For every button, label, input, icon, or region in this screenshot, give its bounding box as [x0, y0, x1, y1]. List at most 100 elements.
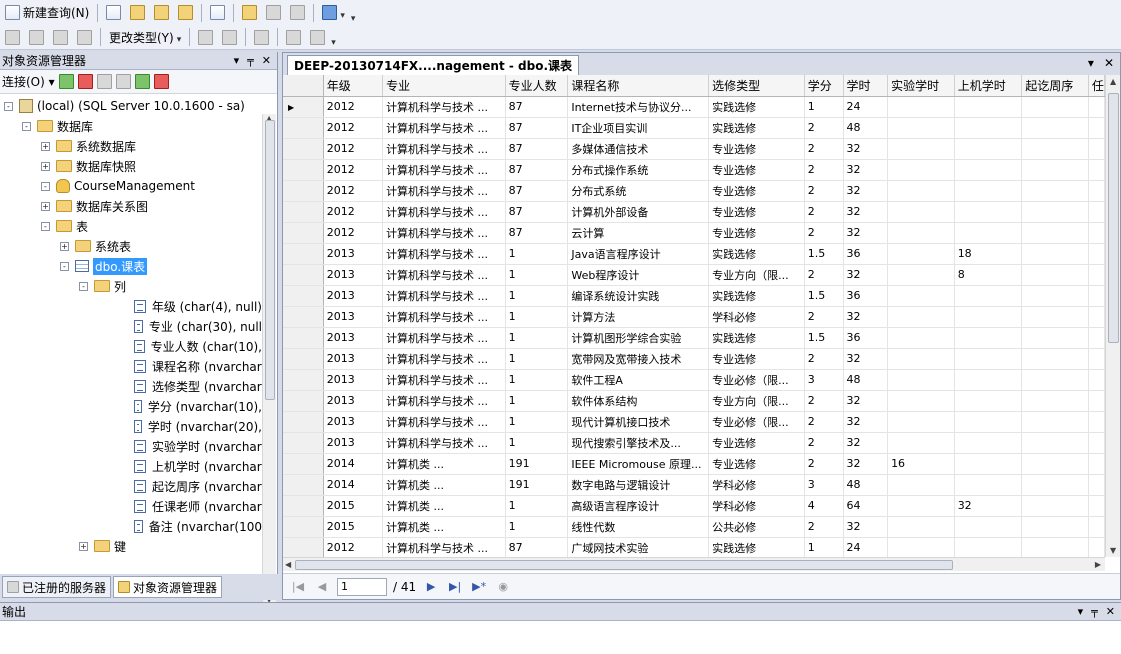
table-cell[interactable]: [1021, 516, 1089, 538]
table-cell[interactable]: 实践选修: [708, 117, 805, 139]
table-cell[interactable]: 2: [804, 306, 844, 328]
table-cell[interactable]: 2013: [323, 264, 384, 286]
activity-icon[interactable]: [153, 74, 169, 89]
scrollbar-thumb[interactable]: [1108, 93, 1119, 343]
table-row[interactable]: 2013 计算机科学与技术 ... 1 编译系统设计实践 实践选修 1.5 36: [283, 285, 1105, 307]
table-cell[interactable]: 计算机科学与技术 ...: [382, 327, 506, 349]
connect-button[interactable]: 连接(O) ▾: [2, 73, 55, 90]
table-cell[interactable]: [954, 306, 1023, 328]
table-cell[interactable]: [1021, 96, 1089, 118]
table-cell[interactable]: [1088, 222, 1105, 244]
row-header[interactable]: [283, 453, 324, 475]
table-cell[interactable]: 1: [505, 516, 569, 538]
table-cell[interactable]: 1.5: [804, 327, 844, 349]
tree-node[interactable]: - dbo.课表: [0, 256, 262, 276]
table-cell[interactable]: [954, 222, 1023, 244]
table-cell[interactable]: 专业选修: [708, 180, 805, 202]
new-file-button[interactable]: [207, 3, 228, 23]
table-cell[interactable]: 2012: [323, 138, 384, 160]
add-table-button[interactable]: [283, 27, 304, 47]
table-cell[interactable]: 87: [505, 96, 569, 118]
table-cell[interactable]: 专业选修: [708, 222, 805, 244]
collapse-icon[interactable]: -: [22, 121, 31, 131]
table-cell[interactable]: [1088, 390, 1105, 412]
grid-horizontal-scrollbar[interactable]: ◀ ▶: [283, 557, 1105, 571]
expand-icon[interactable]: +: [79, 541, 88, 551]
analysis-services-xmla-button[interactable]: [175, 3, 196, 23]
table-cell[interactable]: [1088, 327, 1105, 349]
table-cell[interactable]: [887, 474, 955, 496]
table-cell[interactable]: 公共必修: [708, 516, 805, 538]
new-query-button[interactable]: 新建查询(N): [2, 3, 92, 23]
table-cell[interactable]: [954, 285, 1023, 307]
close-icon[interactable]: ✕: [262, 54, 271, 67]
table-cell[interactable]: [887, 327, 955, 349]
tree-node[interactable]: - CourseManagement: [0, 176, 262, 196]
table-cell[interactable]: 2: [804, 201, 844, 223]
table-row[interactable]: 2015 计算机类 ... 1 线性代数 公共必修 2 32: [283, 516, 1105, 538]
window-position-icon[interactable]: ▾: [234, 54, 240, 67]
table-row[interactable]: 2013 计算机科学与技术 ... 1 软件体系结构 专业方向（限... 2 32: [283, 390, 1105, 412]
grid-vertical-scrollbar[interactable]: ▲ ▼: [1105, 75, 1120, 557]
row-header[interactable]: [283, 327, 324, 349]
table-row[interactable]: 2013 计算机科学与技术 ... 1 Java语言程序设计 实践选修 1.5 36 18: [283, 243, 1105, 265]
stop-icon[interactable]: [96, 74, 112, 89]
column-header[interactable]: 学时: [843, 75, 889, 97]
table-cell[interactable]: [1088, 96, 1105, 118]
table-cell[interactable]: 2012: [323, 222, 384, 244]
table-cell[interactable]: IT企业项目实训: [567, 117, 710, 139]
table-cell[interactable]: 36: [843, 285, 889, 307]
table-cell[interactable]: 现代计算机接口技术: [567, 411, 710, 433]
table-cell[interactable]: [1021, 495, 1089, 517]
show-criteria-pane-button[interactable]: [26, 27, 47, 47]
table-cell[interactable]: 计算机类 ...: [382, 516, 506, 538]
table-cell[interactable]: [1088, 285, 1105, 307]
table-cell[interactable]: 32: [843, 222, 889, 244]
table-cell[interactable]: 计算机类 ...: [382, 474, 506, 496]
table-row[interactable]: 2012 计算机科学与技术 ... 87 云计算 专业选修 2 32: [283, 222, 1105, 244]
collapse-icon[interactable]: -: [41, 221, 50, 231]
table-cell[interactable]: 48: [843, 474, 889, 496]
save-button[interactable]: [263, 3, 284, 23]
row-header[interactable]: [283, 432, 324, 454]
table-cell[interactable]: [1088, 537, 1105, 557]
tree-node[interactable]: 专业 (char(30), null: [0, 316, 262, 336]
table-cell[interactable]: [1088, 243, 1105, 265]
table-cell[interactable]: [887, 222, 955, 244]
table-row[interactable]: 2012 计算机科学与技术 ... 87 分布式操作系统 专业选修 2 32: [283, 159, 1105, 181]
table-cell[interactable]: [954, 180, 1023, 202]
row-header[interactable]: [283, 306, 324, 328]
tree-node[interactable]: + 系统表: [0, 236, 262, 256]
tree-node[interactable]: + 键: [0, 536, 262, 556]
tree-node[interactable]: 学时 (nvarchar(20),: [0, 416, 262, 436]
tree-node[interactable]: 课程名称 (nvarchar: [0, 356, 262, 376]
table-cell[interactable]: 32: [843, 138, 889, 160]
table-cell[interactable]: [954, 390, 1023, 412]
close-icon[interactable]: ✕: [1106, 605, 1115, 618]
row-header[interactable]: [283, 138, 324, 160]
table-cell[interactable]: 计算机科学与技术 ...: [382, 285, 506, 307]
table-cell[interactable]: 87: [505, 222, 569, 244]
table-cell[interactable]: [887, 348, 955, 370]
table-cell[interactable]: 1: [505, 495, 569, 517]
stop-icon[interactable]: ◉: [494, 578, 512, 596]
tree-node[interactable]: - 数据库: [0, 116, 262, 136]
table-cell[interactable]: [954, 453, 1023, 475]
table-cell[interactable]: 软件体系结构: [567, 390, 710, 412]
table-cell[interactable]: 计算机科学与技术 ...: [382, 159, 506, 181]
tree-node[interactable]: - (local) (SQL Server 10.0.1600 - sa): [0, 96, 262, 116]
table-row[interactable]: 2013 计算机科学与技术 ... 1 计算方法 学科必修 2 32: [283, 306, 1105, 328]
table-cell[interactable]: 2012: [323, 117, 384, 139]
table-cell[interactable]: [1088, 453, 1105, 475]
table-cell[interactable]: 计算机科学与技术 ...: [382, 201, 506, 223]
table-cell[interactable]: 32: [954, 495, 1023, 517]
collapse-icon[interactable]: -: [79, 281, 88, 291]
table-row[interactable]: 2013 计算机科学与技术 ... 1 现代搜索引擎技术及... 专业选修 2 32: [283, 432, 1105, 454]
table-cell[interactable]: [954, 432, 1023, 454]
table-cell[interactable]: 2012: [323, 537, 384, 557]
row-header-corner[interactable]: [283, 75, 324, 97]
table-cell[interactable]: 实践选修: [708, 243, 805, 265]
row-header[interactable]: [283, 369, 324, 391]
table-cell[interactable]: [887, 264, 955, 286]
table-cell[interactable]: 云计算: [567, 222, 710, 244]
